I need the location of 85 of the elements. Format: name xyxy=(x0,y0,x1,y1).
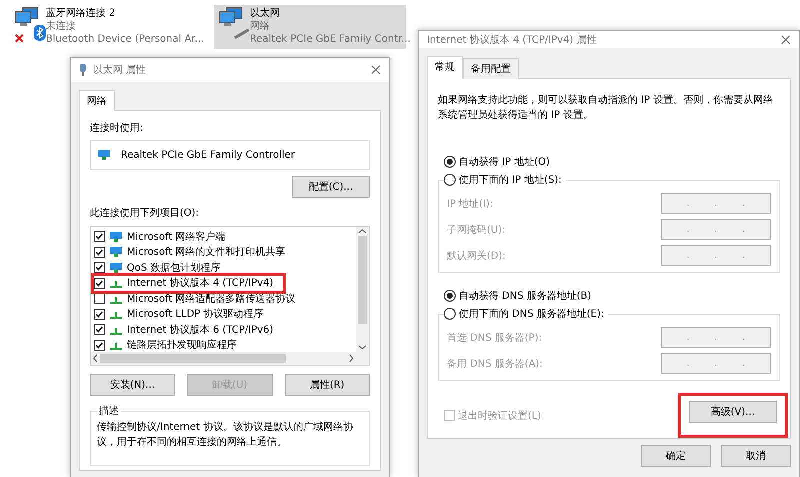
radio-option[interactable]: 使用下面的 IP 地址(S): xyxy=(444,171,566,189)
separator-dot: . xyxy=(714,224,718,234)
field-label: 备用 DNS 服务器(A): xyxy=(447,358,543,370)
scroll-right-icon[interactable] xyxy=(347,354,356,363)
checkbox[interactable] xyxy=(94,308,105,320)
dialog-button[interactable]: 确定 xyxy=(641,445,711,467)
group-title: 描述 xyxy=(98,404,120,418)
separator-dot: . xyxy=(686,224,690,234)
field-label: IP 地址(I): xyxy=(447,198,494,210)
tab[interactable]: 常规 xyxy=(427,56,463,79)
ethernet-cable-icon xyxy=(234,29,250,39)
radio-option[interactable]: 自动获得 IP 地址(O) xyxy=(444,153,780,171)
scroll-down-icon[interactable] xyxy=(358,343,367,352)
separator-dot: . xyxy=(742,358,746,368)
bluetooth-icon xyxy=(34,25,46,41)
list-item[interactable]: Microsoft 网络适配器多路传送器协议 xyxy=(94,291,353,306)
network-plug-icon xyxy=(79,64,87,76)
separator-dot: . xyxy=(742,250,746,260)
list-item[interactable]: Microsoft 网络的文件和打印机共享 xyxy=(94,244,353,260)
action-button[interactable]: 属性(R) xyxy=(284,374,370,396)
field-label: 首选 DNS 服务器(P): xyxy=(447,332,542,344)
adapter-name: 以太网 xyxy=(250,7,281,20)
checkbox[interactable] xyxy=(94,231,105,242)
field-label: 默认网关(D): xyxy=(447,250,506,262)
list-item[interactable]: Microsoft 网络客户端 xyxy=(94,229,353,244)
list-item[interactable]: Internet 协议版本 4 (TCP/IPv4) xyxy=(94,276,283,291)
close-icon[interactable] xyxy=(781,34,791,44)
checkbox[interactable] xyxy=(94,262,105,274)
separator-dot: . xyxy=(686,332,690,342)
window-title: 以太网 属性 xyxy=(93,64,148,77)
check-icon xyxy=(96,264,103,272)
network-icon xyxy=(109,230,123,243)
separator-dot: . xyxy=(714,332,718,342)
checkbox[interactable] xyxy=(94,278,105,289)
scroll-up-icon[interactable] xyxy=(358,227,367,236)
adapter-status: 网络 xyxy=(250,20,271,33)
list-item[interactable]: Internet 协议版本 6 (TCP/IPv6) xyxy=(94,322,353,338)
adapter-name: 蓝牙网络连接 2 xyxy=(46,7,117,20)
separator-dot: . xyxy=(686,250,690,260)
tab[interactable]: 网络 xyxy=(79,90,115,111)
check-icon xyxy=(96,233,103,240)
network-icon xyxy=(109,262,123,274)
adapter-name: Realtek PCIe GbE Family Controller xyxy=(121,150,296,160)
separator-dot: . xyxy=(714,358,718,368)
action-button[interactable]: 安装(N)... xyxy=(90,374,176,396)
check-icon xyxy=(96,280,103,287)
section-label: 此连接使用下列项目(O): xyxy=(90,206,200,220)
intro-text: 如果网络支持此功能，则可以获取自动指派的 IP 设置。否则，你需要从网络系统管理员处获得适当的 IP 设置。 xyxy=(438,94,774,123)
network-adapter[interactable]: 蓝牙网络连接 2 未连接 Bluetooth Device (Personal Ar... xyxy=(10,5,202,49)
separator-dot: . xyxy=(742,224,746,234)
check-icon xyxy=(96,326,103,334)
checkbox[interactable] xyxy=(94,246,105,258)
checkbox[interactable] xyxy=(94,324,105,336)
section-label: 连接时使用: xyxy=(90,122,144,135)
advanced-button[interactable]: 高级(V)... xyxy=(689,401,777,423)
close-icon[interactable] xyxy=(371,65,381,75)
radio-option[interactable]: 自动获得 DNS 服务器地址(B) xyxy=(444,287,780,305)
window-title: Internet 协议版本 4 (TCP/IPv4) 属性 xyxy=(427,34,598,46)
description-text: 传输控制协议/Internet 协议。该协议是默认的广域网络协议，用于在不同的相互连接的网络上通信。 xyxy=(97,420,354,450)
adapter-status: 未连接 xyxy=(46,20,77,33)
network-icon xyxy=(97,149,111,161)
list-item[interactable]: 链路层拓扑发现响应程序 xyxy=(94,338,353,352)
network-icon xyxy=(109,246,123,258)
configure-button[interactable]: 配置(C)... xyxy=(292,176,370,198)
field-label: 子网掩码(U): xyxy=(447,224,506,236)
check-icon xyxy=(96,342,103,349)
separator-dot: . xyxy=(714,198,718,208)
separator-dot: . xyxy=(742,332,746,342)
check-icon xyxy=(96,248,103,256)
scroll-left-icon[interactable] xyxy=(91,354,100,363)
radio-option[interactable]: 使用下面的 DNS 服务器地址(E): xyxy=(444,305,608,323)
vertical-scrollbar[interactable] xyxy=(356,227,369,352)
dialog-button[interactable]: 取消 xyxy=(721,445,791,467)
list-item[interactable]: QoS 数据包计划程序 xyxy=(94,260,353,276)
separator-dot: . xyxy=(686,198,690,208)
separator-dot: . xyxy=(742,198,746,208)
check-icon xyxy=(96,310,103,318)
tab[interactable]: 备用配置 xyxy=(463,58,519,79)
adapter-device: Bluetooth Device (Personal Ar... xyxy=(46,33,204,46)
checkbox[interactable] xyxy=(94,340,105,351)
checkbox[interactable] xyxy=(94,293,105,304)
horizontal-scrollbar[interactable] xyxy=(91,352,356,365)
list-item[interactable]: Microsoft LLDP 协议驱动程序 xyxy=(94,306,353,322)
separator-dot: . xyxy=(686,358,690,368)
separator-dot: . xyxy=(714,250,718,260)
